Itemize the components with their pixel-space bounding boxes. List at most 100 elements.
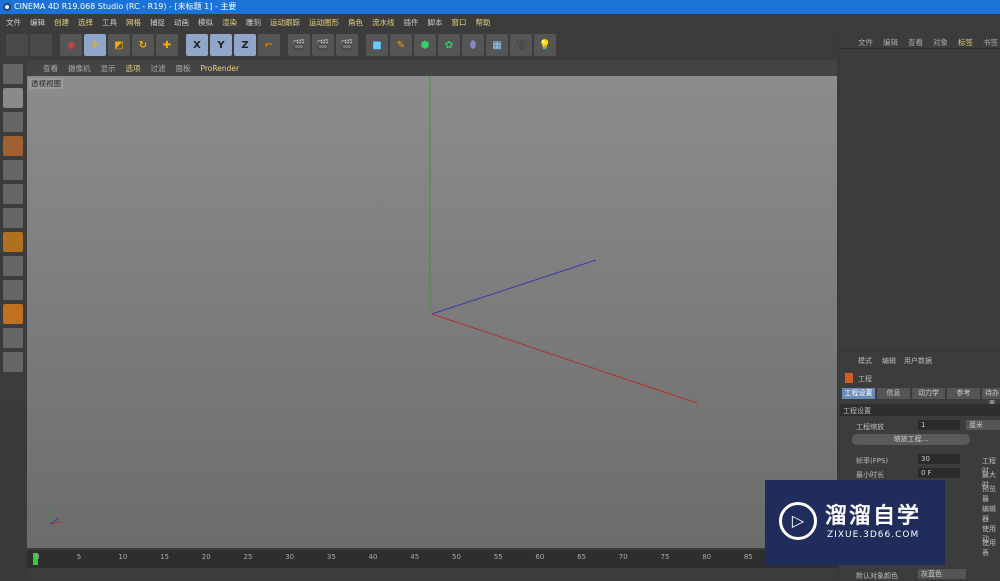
timeline-tick-label: 60: [535, 553, 545, 561]
rotate-tool-icon[interactable]: ↻: [132, 34, 154, 56]
object-manager-menu-item[interactable]: 标签: [958, 37, 973, 48]
menu-item[interactable]: 雕刻: [246, 17, 261, 28]
viewport-menu-item[interactable]: 查看: [43, 63, 58, 74]
menu-item[interactable]: 创建: [54, 17, 69, 28]
tweak-mode-icon[interactable]: [3, 256, 23, 276]
viewport-menu-item[interactable]: ProRender: [201, 64, 240, 73]
timeline-tick-label: 45: [410, 553, 420, 561]
tab-reference[interactable]: 参考: [947, 388, 980, 399]
tab-dynamics[interactable]: 动力学: [912, 388, 945, 399]
timeline-tick-label: 85: [743, 553, 753, 561]
menu-item[interactable]: 捕捉: [150, 17, 165, 28]
grid-icon[interactable]: [3, 352, 23, 372]
object-manager-menu-item[interactable]: 查看: [908, 37, 923, 48]
menu-item[interactable]: 脚本: [428, 17, 443, 28]
timeline-tick-label: 50: [452, 553, 461, 561]
viewport-menu-item[interactable]: 显示: [101, 63, 116, 74]
select-tool-icon[interactable]: ◉: [60, 34, 82, 56]
tab-info[interactable]: 信息: [877, 388, 910, 399]
z-axis-lock-button[interactable]: Z: [234, 34, 256, 56]
use-expression-label: 使用表: [982, 539, 996, 557]
window-title: CINEMA 4D R19.068 Studio (RC - R19) - [未…: [14, 2, 237, 11]
menu-item[interactable]: 流水线: [372, 17, 395, 28]
timeline-tick-label: 80: [702, 553, 712, 561]
menu-item[interactable]: 模拟: [198, 17, 213, 28]
menu-item[interactable]: 网格: [126, 17, 141, 28]
default-color-select[interactable]: 灰蓝色: [918, 569, 966, 579]
deformer-icon[interactable]: ⬮: [462, 34, 484, 56]
perspective-viewport[interactable]: 透视视图: [27, 76, 837, 548]
menu-item[interactable]: 编辑: [30, 17, 45, 28]
model-mode-icon[interactable]: [3, 88, 23, 108]
camera-icon[interactable]: 🎥: [510, 34, 532, 56]
object-manager-menu-item[interactable]: 对象: [933, 37, 948, 48]
attr-menu-edit[interactable]: 编辑: [882, 356, 896, 366]
move-tool-icon[interactable]: ✛: [84, 34, 106, 56]
object-manager-menu-item[interactable]: 编辑: [883, 37, 898, 48]
menu-item[interactable]: 角色: [348, 17, 363, 28]
attr-menu-userdata[interactable]: 用户数据: [904, 356, 932, 366]
menu-item[interactable]: 运动跟踪: [270, 17, 300, 28]
project-scale-label: 工程缩放: [856, 423, 884, 431]
workplane-mode-icon[interactable]: [3, 136, 23, 156]
timeline-tick-label: 10: [118, 553, 128, 561]
render-picture-viewer-icon[interactable]: 🎬: [312, 34, 334, 56]
edges-mode-icon[interactable]: [3, 184, 23, 204]
light-icon[interactable]: 💡: [534, 34, 556, 56]
points-mode-icon[interactable]: [3, 160, 23, 180]
viewport-menu-item[interactable]: 摄像机: [68, 63, 91, 74]
workplane-lock-icon[interactable]: [3, 328, 23, 348]
menu-item[interactable]: 插件: [404, 17, 419, 28]
scale-unit-select[interactable]: 厘米: [966, 420, 1000, 430]
pen-spline-icon[interactable]: ✎: [390, 34, 412, 56]
magnet-icon[interactable]: [3, 304, 23, 324]
y-axis-lock-button[interactable]: Y: [210, 34, 232, 56]
coordinate-system-icon[interactable]: ⌐: [258, 34, 280, 56]
min-time-label: 最小时长: [856, 471, 884, 479]
watermark-url: ZIXUE.3D66.COM: [827, 530, 920, 540]
render-settings-icon[interactable]: 🎬: [336, 34, 358, 56]
x-axis-lock-button[interactable]: X: [186, 34, 208, 56]
viewport-menu-item[interactable]: 选项: [126, 63, 141, 74]
subdivision-icon[interactable]: ⬢: [414, 34, 436, 56]
last-tool-icon[interactable]: ✚: [156, 34, 178, 56]
viewport-menu-item[interactable]: 面板: [176, 63, 191, 74]
menu-item[interactable]: 运动图形: [309, 17, 339, 28]
polygons-mode-icon[interactable]: [3, 208, 23, 228]
attr-menu-mode[interactable]: 模式: [858, 356, 872, 366]
menu-item[interactable]: 窗口: [452, 17, 467, 28]
object-manager-menu-item[interactable]: 文件: [858, 37, 873, 48]
render-view-icon[interactable]: 🎬: [288, 34, 310, 56]
timeline-tick-label: 35: [326, 553, 336, 561]
object-manager-menu: 文件 编辑 查看 对象 标签 书签: [840, 31, 1000, 49]
texture-mode-icon[interactable]: [3, 112, 23, 132]
cube-icon[interactable]: ■: [366, 34, 388, 56]
scale-project-button[interactable]: 缩放工程...: [852, 434, 970, 445]
timeline-tick-label: 65: [577, 553, 587, 561]
menu-item[interactable]: 渲染: [222, 17, 237, 28]
redo-button[interactable]: [30, 34, 52, 56]
floor-icon[interactable]: ▦: [486, 34, 508, 56]
array-icon[interactable]: ✿: [438, 34, 460, 56]
make-editable-icon[interactable]: [3, 64, 23, 84]
play-logo-icon: ▷: [779, 502, 817, 540]
tab-todo[interactable]: 待办事: [982, 388, 1000, 408]
watermark-title: 溜溜自学: [825, 504, 922, 529]
tab-project-settings[interactable]: 工程设置: [842, 388, 875, 399]
timeline-ruler[interactable]: 0 5 10 15 20 25 30 35 40 45 50 55 60 65 70 75 80 85: [27, 550, 837, 568]
menu-item[interactable]: 帮助: [476, 17, 491, 28]
timeline-tick-label: 55: [493, 553, 503, 561]
fps-input[interactable]: 30: [918, 454, 960, 464]
scale-tool-icon[interactable]: ◩: [108, 34, 130, 56]
menu-item[interactable]: 工具: [102, 17, 117, 28]
snap-icon[interactable]: [3, 280, 23, 300]
menu-item[interactable]: 动画: [174, 17, 189, 28]
project-scale-input[interactable]: 1: [918, 420, 960, 430]
axis-mode-icon[interactable]: [3, 232, 23, 252]
undo-button[interactable]: [6, 34, 28, 56]
min-time-input[interactable]: 0 F: [918, 468, 960, 478]
viewport-menu-item[interactable]: 过滤: [151, 63, 166, 74]
menu-item[interactable]: 选择: [78, 17, 93, 28]
object-manager-menu-item[interactable]: 书签: [983, 37, 998, 48]
menu-item[interactable]: 文件: [6, 17, 21, 28]
